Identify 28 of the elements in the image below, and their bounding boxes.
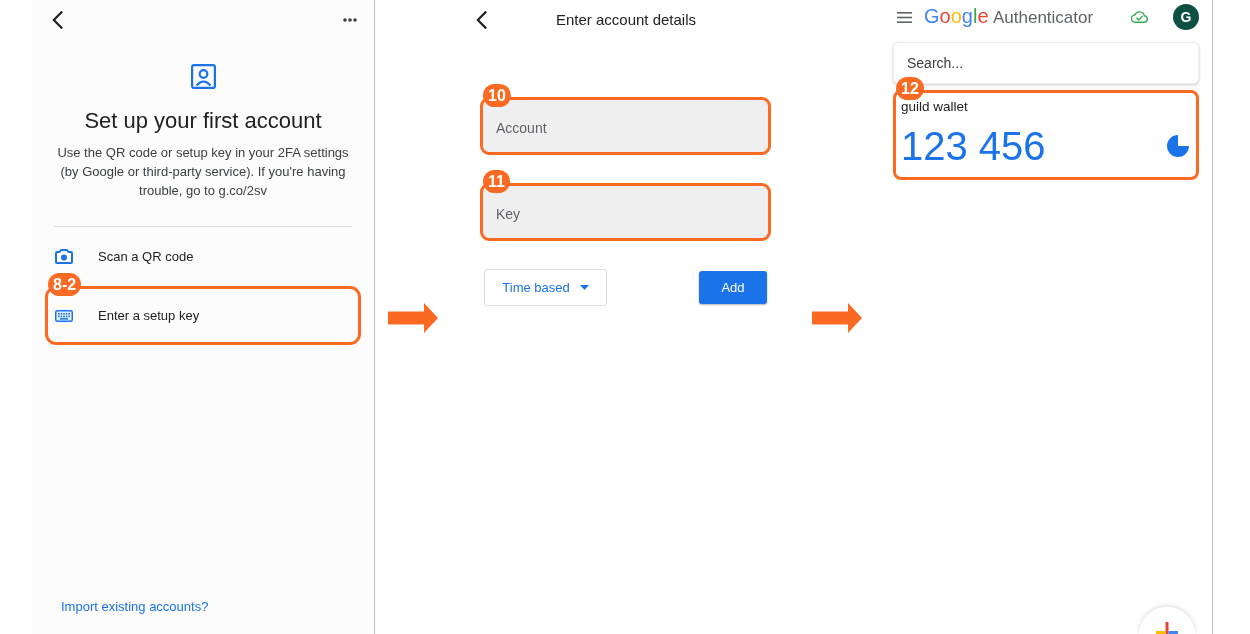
account-avatar[interactable]: G (1173, 4, 1199, 30)
type-dropdown[interactable]: Time based (484, 269, 607, 306)
back-icon[interactable] (52, 11, 63, 29)
right-arrow-icon (812, 303, 862, 333)
plus-icon (1156, 622, 1178, 634)
keyboard-icon (55, 309, 73, 322)
account-name: guild wallet (901, 98, 968, 116)
caret-icon (579, 285, 589, 290)
callout-badge: 8-2 (48, 273, 82, 296)
back-icon[interactable] (476, 11, 487, 29)
more-options-icon[interactable] (343, 18, 357, 22)
screen-title: Set up your first account (83, 107, 323, 135)
app-logo: Google Authenticator (924, 4, 1094, 29)
screen-title: Enter account details (554, 9, 698, 30)
cloud-check-icon[interactable] (1131, 11, 1148, 23)
otp-code: 123 456 (901, 124, 1046, 168)
callout-badge: 12 (896, 77, 924, 100)
callout-badge: 10 (483, 84, 511, 107)
add-button[interactable]: Add (699, 271, 767, 304)
import-accounts-link[interactable]: Import existing accounts? (61, 599, 209, 614)
floating-add-button[interactable] (1139, 607, 1195, 634)
callout-badge: 11 (483, 170, 510, 193)
menu-icon[interactable] (897, 11, 912, 23)
right-arrow-icon (388, 303, 438, 333)
setup-instructions: Use the QR code or setup key in your 2FA settings (by Google or third-party service). If you're having trouble, go to g.co/2sv (56, 144, 350, 200)
person-badge-icon (190, 64, 216, 89)
camera-icon (55, 249, 73, 264)
countdown-timer-icon (1167, 135, 1189, 157)
